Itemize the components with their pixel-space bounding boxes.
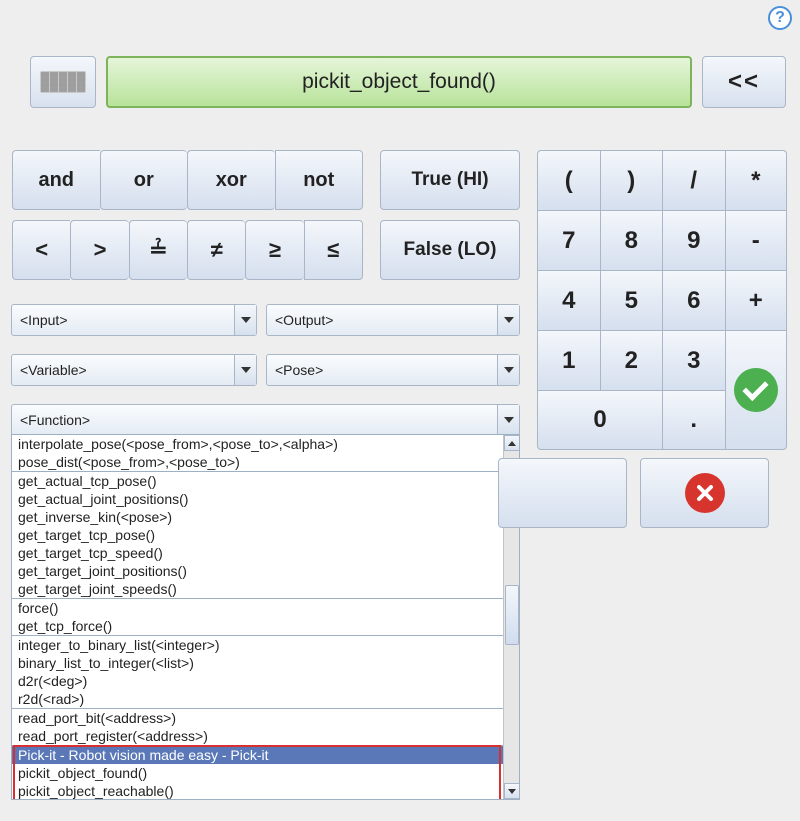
num-8-button[interactable]: 8 bbox=[600, 210, 663, 270]
scrollbar-thumb[interactable] bbox=[505, 585, 519, 645]
true-button[interactable]: True (HI) bbox=[380, 150, 520, 210]
chevron-down-icon bbox=[497, 355, 519, 385]
chevron-down-icon bbox=[497, 405, 519, 435]
chevron-down-icon bbox=[234, 305, 256, 335]
output-dropdown-label: <Output> bbox=[267, 312, 497, 328]
minus-button[interactable]: - bbox=[725, 210, 788, 270]
list-item[interactable]: read_port_bit(<address>) bbox=[12, 709, 503, 727]
list-item[interactable]: pickit_object_found() bbox=[12, 764, 503, 782]
num-2-button[interactable]: 2 bbox=[600, 330, 663, 390]
list-item[interactable]: d2r(<deg>) bbox=[12, 672, 503, 690]
list-item[interactable]: integer_to_binary_list(<integer>) bbox=[12, 636, 503, 654]
list-item[interactable]: r2d(<rad>) bbox=[12, 690, 503, 708]
backspace-button[interactable]: << bbox=[702, 56, 786, 108]
gte-button[interactable]: ≥ bbox=[245, 220, 303, 280]
keyboard-button[interactable] bbox=[30, 56, 96, 108]
num-6-button[interactable]: 6 bbox=[662, 270, 725, 330]
rparen-button[interactable]: ) bbox=[600, 150, 663, 210]
keyboard-icon bbox=[40, 71, 86, 93]
submit-button[interactable] bbox=[498, 458, 627, 528]
false-button[interactable]: False (LO) bbox=[380, 220, 520, 280]
function-listbox[interactable]: interpolate_pose(<pose_from>,<pose_to>,<… bbox=[11, 434, 520, 800]
check-icon bbox=[734, 368, 778, 412]
num-5-button[interactable]: 5 bbox=[600, 270, 663, 330]
list-item[interactable]: get_target_joint_speeds() bbox=[12, 580, 503, 598]
list-item[interactable]: binary_list_to_integer(<list>) bbox=[12, 654, 503, 672]
input-dropdown-label: <Input> bbox=[12, 312, 234, 328]
list-item[interactable]: read_port_register(<address>) bbox=[12, 727, 503, 745]
help-icon[interactable]: ? bbox=[768, 6, 792, 30]
chevron-down-icon bbox=[234, 355, 256, 385]
variable-dropdown[interactable]: <Variable> bbox=[11, 354, 257, 386]
list-item[interactable]: pose_dist(<pose_from>,<pose_to>) bbox=[12, 453, 503, 471]
pose-dropdown-label: <Pose> bbox=[267, 362, 497, 378]
num-1-button[interactable]: 1 bbox=[537, 330, 600, 390]
divide-button[interactable]: / bbox=[662, 150, 725, 210]
numpad: ( ) / * 7 8 9 - 4 5 6 + 1 2 3 0 . bbox=[537, 150, 787, 450]
pose-dropdown[interactable]: <Pose> bbox=[266, 354, 520, 386]
scroll-up-button[interactable] bbox=[504, 435, 520, 451]
list-item[interactable]: get_tcp_force() bbox=[12, 617, 503, 635]
list-item[interactable]: get_target_tcp_pose() bbox=[12, 526, 503, 544]
chevron-down-icon bbox=[497, 305, 519, 335]
list-item[interactable]: get_actual_joint_positions() bbox=[12, 490, 503, 508]
lte-button[interactable]: ≤ bbox=[304, 220, 363, 280]
num-9-button[interactable]: 9 bbox=[662, 210, 725, 270]
num-4-button[interactable]: 4 bbox=[537, 270, 600, 330]
list-item[interactable]: interpolate_pose(<pose_from>,<pose_to>,<… bbox=[12, 435, 503, 453]
xor-button[interactable]: xor bbox=[187, 150, 275, 210]
lparen-button[interactable]: ( bbox=[537, 150, 600, 210]
function-dropdown[interactable]: <Function> bbox=[11, 404, 520, 436]
list-item[interactable]: pickit_object_reachable() bbox=[12, 782, 503, 800]
num-7-button[interactable]: 7 bbox=[537, 210, 600, 270]
list-item[interactable]: get_inverse_kin(<pose>) bbox=[12, 508, 503, 526]
list-item[interactable]: get_actual_tcp_pose() bbox=[12, 472, 503, 490]
not-button[interactable]: not bbox=[275, 150, 364, 210]
ok-button[interactable] bbox=[725, 330, 788, 450]
or-button[interactable]: or bbox=[100, 150, 188, 210]
list-item[interactable]: Pick-it - Robot vision made easy - Pick-… bbox=[12, 746, 503, 764]
variable-dropdown-label: <Variable> bbox=[12, 362, 234, 378]
expression-field[interactable]: pickit_object_found() bbox=[106, 56, 692, 108]
lt-button[interactable]: < bbox=[12, 220, 70, 280]
num-3-button[interactable]: 3 bbox=[662, 330, 725, 390]
output-dropdown[interactable]: <Output> bbox=[266, 304, 520, 336]
gt-button[interactable]: > bbox=[70, 220, 128, 280]
input-dropdown[interactable]: <Input> bbox=[11, 304, 257, 336]
function-dropdown-label: <Function> bbox=[12, 412, 497, 428]
list-item[interactable]: get_target_tcp_speed() bbox=[12, 544, 503, 562]
scroll-down-button[interactable] bbox=[504, 783, 520, 799]
decimal-button[interactable]: . bbox=[662, 390, 725, 450]
num-0-button[interactable]: 0 bbox=[537, 390, 662, 450]
and-button[interactable]: and bbox=[12, 150, 100, 210]
multiply-button[interactable]: * bbox=[725, 150, 788, 210]
cancel-button[interactable] bbox=[640, 458, 769, 528]
list-item[interactable]: get_target_joint_positions() bbox=[12, 562, 503, 580]
list-item[interactable]: force() bbox=[12, 599, 503, 617]
eq-button[interactable]: ≟ bbox=[129, 220, 187, 280]
plus-button[interactable]: + bbox=[725, 270, 788, 330]
cancel-icon bbox=[685, 473, 725, 513]
neq-button[interactable]: ≠ bbox=[187, 220, 245, 280]
